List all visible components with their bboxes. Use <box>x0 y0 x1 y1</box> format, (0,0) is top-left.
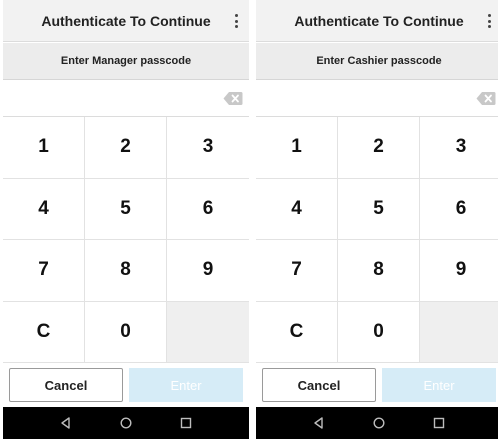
home-icon[interactable] <box>372 416 386 430</box>
key-5[interactable]: 5 <box>85 178 167 240</box>
manager-auth-screen: Authenticate To Continue Enter Manager p… <box>3 0 249 439</box>
backspace-icon[interactable] <box>476 91 496 106</box>
key-2[interactable]: 2 <box>338 117 420 179</box>
key-0[interactable]: 0 <box>85 301 167 363</box>
screens-container: Authenticate To Continue Enter Manager p… <box>0 0 498 439</box>
action-bar: Cancel Enter <box>256 363 498 407</box>
app-bar-title: Authenticate To Continue <box>41 12 211 29</box>
key-3[interactable]: 3 <box>420 117 498 179</box>
passcode-field[interactable] <box>256 81 498 117</box>
app-bar: Authenticate To Continue <box>256 0 498 42</box>
action-bar: Cancel Enter <box>3 363 249 407</box>
key-4[interactable]: 4 <box>3 178 85 240</box>
passcode-field[interactable] <box>3 81 249 117</box>
key-1[interactable]: 1 <box>256 117 338 179</box>
more-vert-icon[interactable] <box>484 12 494 30</box>
key-9[interactable]: 9 <box>420 240 498 302</box>
key-0[interactable]: 0 <box>338 301 420 363</box>
key-7[interactable]: 7 <box>3 240 85 302</box>
app-bar: Authenticate To Continue <box>3 0 249 42</box>
key-7[interactable]: 7 <box>256 240 338 302</box>
back-icon[interactable] <box>312 416 326 430</box>
key-blank <box>420 301 498 363</box>
enter-button[interactable]: Enter <box>382 368 496 402</box>
key-blank <box>167 301 249 363</box>
cancel-button[interactable]: Cancel <box>262 368 376 402</box>
numeric-keypad: 1 2 3 4 5 6 7 8 9 C 0 <box>3 117 249 363</box>
enter-button[interactable]: Enter <box>129 368 243 402</box>
passcode-prompt: Enter Cashier passcode <box>256 43 498 80</box>
more-vert-icon[interactable] <box>231 12 241 30</box>
app-bar-title: Authenticate To Continue <box>294 12 464 29</box>
backspace-icon[interactable] <box>223 91 243 106</box>
key-8[interactable]: 8 <box>338 240 420 302</box>
key-clear[interactable]: C <box>256 301 338 363</box>
key-5[interactable]: 5 <box>338 178 420 240</box>
key-3[interactable]: 3 <box>167 117 249 179</box>
home-icon[interactable] <box>119 416 133 430</box>
key-1[interactable]: 1 <box>3 117 85 179</box>
back-icon[interactable] <box>59 416 73 430</box>
passcode-prompt: Enter Manager passcode <box>3 43 249 80</box>
system-nav-bar <box>256 407 498 439</box>
key-clear[interactable]: C <box>3 301 85 363</box>
key-9[interactable]: 9 <box>167 240 249 302</box>
numeric-keypad: 1 2 3 4 5 6 7 8 9 C 0 <box>256 117 498 363</box>
key-8[interactable]: 8 <box>85 240 167 302</box>
key-6[interactable]: 6 <box>420 178 498 240</box>
cancel-button[interactable]: Cancel <box>9 368 123 402</box>
key-4[interactable]: 4 <box>256 178 338 240</box>
system-nav-bar <box>3 407 249 439</box>
key-2[interactable]: 2 <box>85 117 167 179</box>
recents-icon[interactable] <box>432 416 446 430</box>
key-6[interactable]: 6 <box>167 178 249 240</box>
cashier-auth-screen: Authenticate To Continue Enter Cashier p… <box>256 0 498 439</box>
recents-icon[interactable] <box>179 416 193 430</box>
